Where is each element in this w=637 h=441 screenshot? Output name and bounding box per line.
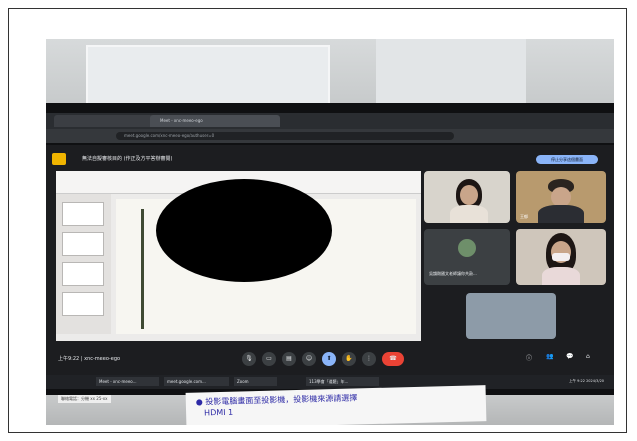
- meeting-time: 上午9:22 | xnc-meeo-ego: [58, 356, 121, 362]
- more-options-button[interactable]: ⋮: [362, 352, 376, 366]
- redaction-ellipse: [156, 179, 332, 282]
- taskbar-item[interactable]: meet.google.com...: [164, 377, 229, 386]
- self-view-tile[interactable]: [466, 293, 556, 339]
- raise-hand-button[interactable]: ✋: [342, 352, 356, 366]
- activities-icon[interactable]: ⌂: [586, 353, 590, 360]
- monitor-screen: Meet - xnc-meeo-ego meet.google.com/xnc-…: [46, 103, 614, 395]
- window-light-2: [376, 39, 526, 107]
- sticker-line-2: HDMI 1: [203, 407, 234, 418]
- instruction-sticker: ● 投影電腦畫面至投影機，投影機來源請選擇 HDMI 1: [185, 385, 487, 425]
- sticker-text-1: 投影電腦畫面至投影機，投影機來源請選擇: [205, 393, 358, 407]
- chat-icon[interactable]: 💬: [566, 353, 573, 360]
- participant-tile[interactable]: [424, 171, 510, 223]
- captions-button[interactable]: ▤: [282, 352, 296, 366]
- taskbar-item[interactable]: Meet - xnc-meeo...: [96, 377, 159, 386]
- window-light: [86, 45, 330, 107]
- meet-logo-icon: [52, 153, 66, 165]
- photo-frame: Meet - xnc-meeo-ego meet.google.com/xnc-…: [8, 8, 627, 433]
- monitor-photo: Meet - xnc-meeo-ego meet.google.com/xnc-…: [46, 39, 614, 425]
- participant-face: [460, 185, 478, 205]
- meet-presentation-title: 無法自擬審核目的 (作正及方平答辦審閱): [82, 156, 173, 162]
- browser-tab-other[interactable]: [54, 115, 154, 127]
- emoji-button[interactable]: ☺: [302, 352, 316, 366]
- browser-tab-meet[interactable]: Meet - xnc-meeo-ego: [150, 115, 280, 127]
- participant-face: [551, 187, 571, 207]
- address-bar[interactable]: meet.google.com/xnc-meeo-ego/authuser=0: [116, 132, 454, 140]
- participant-shirt: [450, 205, 488, 223]
- face-mask: [552, 253, 570, 261]
- participant-tile[interactable]: 吳韻剛國文老師讓你共敲...: [424, 229, 510, 285]
- taskbar-item[interactable]: 113學會「道聽」年...: [306, 377, 379, 386]
- participant-shirt: [542, 267, 580, 285]
- mic-button[interactable]: 🎙: [242, 352, 256, 366]
- participant-name: 吳韻剛國文老師讓你共敲...: [429, 271, 477, 276]
- participant-name: 王郁: [520, 214, 528, 219]
- stop-sharing-button[interactable]: 停止分享這個畫面: [536, 155, 598, 164]
- paper-note: 聯絡電話：分機 xx 25-xx: [58, 395, 111, 403]
- slide-thumbnail[interactable]: [62, 292, 104, 316]
- sticker-line-1: ● 投影電腦畫面至投影機，投影機來源請選擇: [195, 393, 358, 407]
- participant-avatar: [458, 239, 476, 257]
- present-button[interactable]: ⬆: [322, 352, 336, 366]
- taskbar-item[interactable]: Zoom: [234, 377, 277, 386]
- people-icon[interactable]: 👥: [546, 353, 553, 360]
- end-call-button[interactable]: ☎: [382, 352, 404, 366]
- time-label: 上午9:22: [58, 356, 80, 362]
- info-icon[interactable]: ⓘ: [526, 353, 532, 362]
- meeting-code: xnc-meeo-ego: [84, 356, 121, 362]
- taskbar-clock: 上午 9:22 2024/3/20: [569, 379, 605, 383]
- background-wall: [46, 39, 614, 109]
- camera-button[interactable]: ▭: [262, 352, 276, 366]
- participant-tile[interactable]: 王郁: [516, 171, 606, 223]
- participant-shirt: [538, 205, 584, 223]
- slide-thumbnail[interactable]: [62, 262, 104, 286]
- slide-thumbnails: [56, 194, 111, 334]
- participant-tile[interactable]: [516, 229, 606, 285]
- slide-stripe: [141, 209, 144, 329]
- slide-thumbnail[interactable]: [62, 232, 104, 256]
- slide-thumbnail[interactable]: [62, 202, 104, 226]
